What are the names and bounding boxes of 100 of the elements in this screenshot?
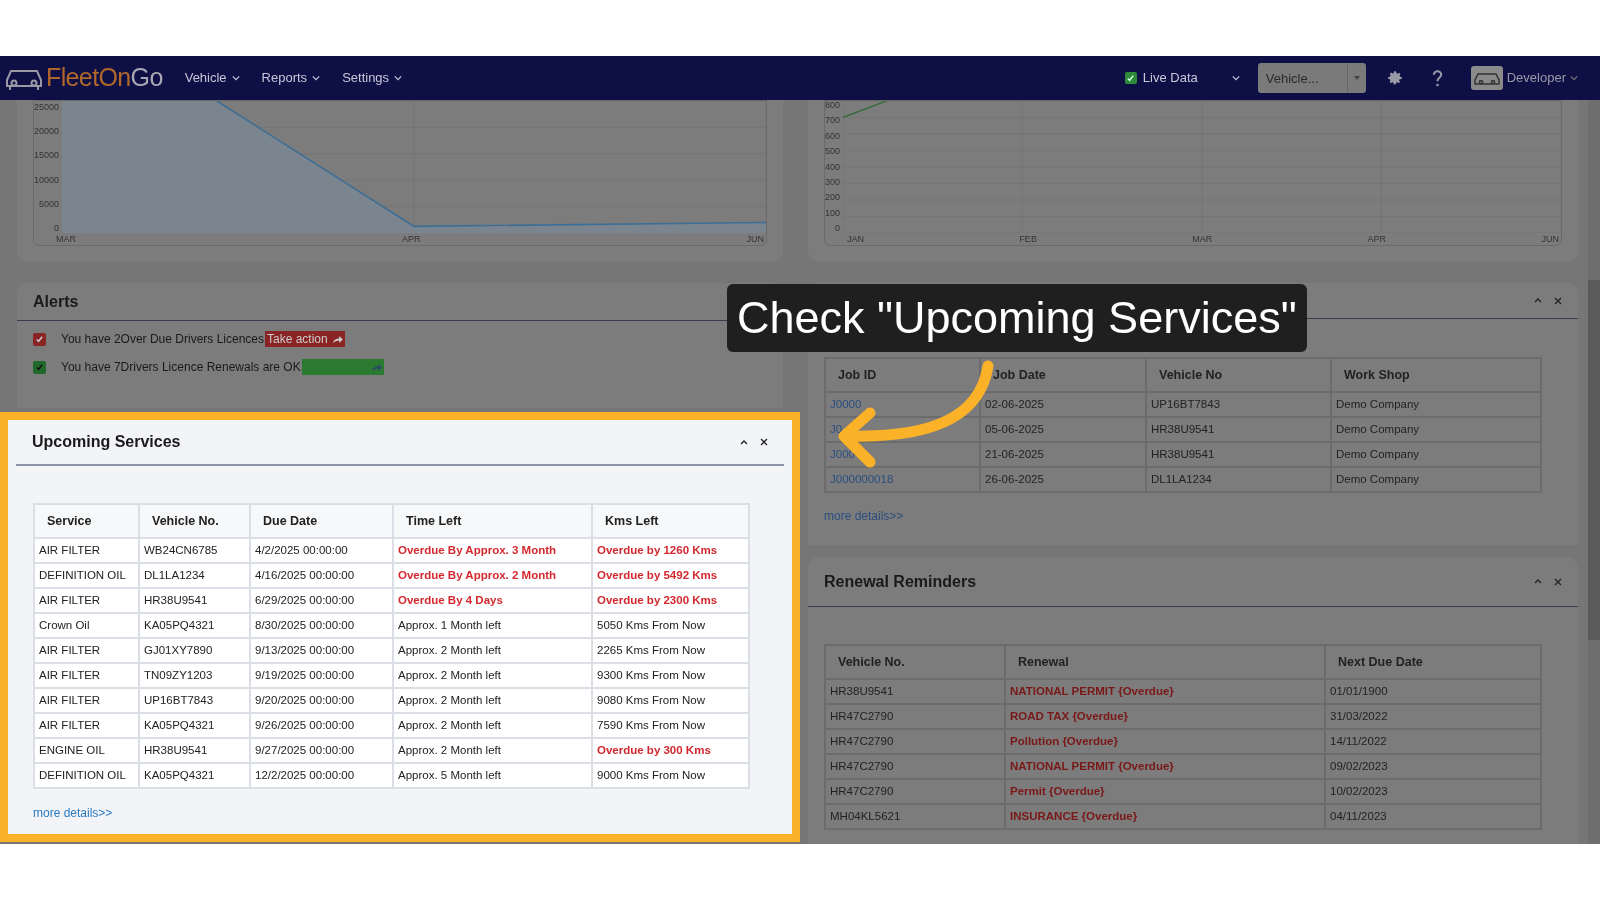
table-cell: 02-06-2025: [980, 392, 1146, 417]
table-cell: TN09ZY1203: [139, 663, 250, 688]
vehicle-select[interactable]: Vehicle...: [1257, 63, 1348, 93]
axis-label: MAR: [1192, 233, 1213, 245]
table-cell: 04/11/2023: [1325, 804, 1541, 829]
share-arrow-icon: [370, 362, 382, 372]
app-logo[interactable]: FleetOnGo: [46, 59, 163, 97]
table-cell: 9080 Kms From Now: [592, 688, 749, 713]
user-menu[interactable]: Developer: [1470, 66, 1578, 90]
table-cell: 5050 Kms From Now: [592, 613, 749, 638]
axis-label: 5000: [38, 199, 60, 209]
table-cell: 31/03/2022: [1325, 704, 1541, 729]
collapse-icon[interactable]: [740, 439, 748, 445]
table-cell: Approx. 2 Month left: [393, 663, 592, 688]
share-arrow-icon: [331, 334, 343, 344]
column-header[interactable]: Work Shop: [1331, 358, 1541, 392]
axis-label: MAR: [56, 233, 76, 245]
table-cell: 9000 Kms From Now: [592, 763, 749, 788]
table-cell: DEFINITION OIL: [34, 763, 139, 788]
column-header[interactable]: Job ID: [825, 358, 980, 392]
more-details-link[interactable]: more details>>: [33, 804, 113, 822]
column-header[interactable]: Renewal: [1005, 645, 1325, 679]
table-cell: Overdue By 4 Days: [393, 588, 592, 613]
help-icon[interactable]: [1431, 69, 1443, 87]
table-cell: 2265 Kms From Now: [592, 638, 749, 663]
table-cell: KA05PQ4321: [139, 713, 250, 738]
chevron-down-icon: [394, 75, 403, 81]
table-cell: Overdue By Approx. 3 Month: [393, 538, 592, 563]
nav-menu-item[interactable]: Vehicle: [184, 68, 240, 88]
axis-label: 15000: [34, 151, 60, 161]
table-cell: 26-06-2025: [980, 467, 1146, 492]
panel-title: Renewal Reminders: [824, 571, 977, 592]
table-cell: Crown Oil: [34, 613, 139, 638]
table-cell: 12/2/2025 00:00:00: [250, 763, 393, 788]
car-avatar-icon: [1470, 66, 1503, 90]
settings-icon[interactable]: [1385, 69, 1404, 87]
column-header[interactable]: Due Date: [250, 504, 393, 538]
nav-menu-item[interactable]: Settings: [342, 68, 403, 88]
table-cell: AIR FILTER: [34, 588, 139, 613]
table-cell: NATIONAL PERMIT {Overdue}: [1005, 679, 1325, 704]
table-cell: 05-06-2025: [980, 417, 1146, 442]
axis-label: 400: [825, 162, 841, 172]
table-cell: 9/13/2025 00:00:00: [250, 638, 393, 663]
alert-message: You have 2Over Due Drivers Licences: [61, 331, 264, 348]
table-cell: 9/19/2025 00:00:00: [250, 663, 393, 688]
column-header[interactable]: Job Date: [980, 358, 1146, 392]
table-cell: 21-06-2025: [980, 442, 1146, 467]
table-cell: HR47C2790: [825, 754, 1005, 779]
axis-label: APR: [1367, 233, 1387, 245]
table-cell: AIR FILTER: [34, 688, 139, 713]
table-cell: AIR FILTER: [34, 538, 139, 563]
axis-label: JAN: [847, 233, 864, 245]
live-data-toggle[interactable]: Live Data: [1124, 68, 1198, 88]
nav-menu-item[interactable]: Reports: [261, 68, 321, 88]
table-cell: Demo Company: [1331, 442, 1541, 467]
table-cell: KA05PQ4321: [139, 613, 250, 638]
table-cell: Overdue by 5492 Kms: [592, 563, 749, 588]
axis-label: 100: [825, 208, 841, 218]
column-header[interactable]: Vehicle No.: [825, 645, 1005, 679]
axis-label: 0: [53, 223, 60, 233]
table-cell: 14/11/2022: [1325, 729, 1541, 754]
close-icon[interactable]: [760, 438, 768, 446]
axis-label: 25000: [34, 103, 60, 112]
chevron-down-icon: [231, 75, 240, 81]
chevron-down-icon[interactable]: [1231, 75, 1240, 81]
column-header[interactable]: Time Left: [393, 504, 592, 538]
column-header[interactable]: Vehicle No: [1146, 358, 1331, 392]
alert-message: You have 7Drivers Licence Renewals are OK: [61, 359, 301, 376]
table-cell: ENGINE OIL: [34, 738, 139, 763]
panel-title: Alerts: [33, 291, 79, 312]
table-cell: Approx. 5 Month left: [393, 763, 592, 788]
table-cell: Demo Company: [1331, 467, 1541, 492]
table-cell: 10/02/2023: [1325, 779, 1541, 804]
column-header[interactable]: Next Due Date: [1325, 645, 1541, 679]
table-cell: Approx. 2 Month left: [393, 638, 592, 663]
table-cell: 7590 Kms From Now: [592, 713, 749, 738]
table-cell: HR38U9541: [1146, 442, 1331, 467]
table-cell: Overdue By Approx. 2 Month: [393, 563, 592, 588]
column-header[interactable]: Vehicle No.: [139, 504, 250, 538]
axis-label: JUN: [1541, 233, 1559, 245]
table-cell: Approx. 2 Month left: [393, 713, 592, 738]
axis-label: FEB: [1019, 233, 1037, 245]
table-cell: Overdue by 1260 Kms: [592, 538, 749, 563]
table-cell: 9300 Kms From Now: [592, 663, 749, 688]
action-button[interactable]: Take action: [265, 331, 345, 347]
table-cell: 4/16/2025 00:00:00: [250, 563, 393, 588]
table-cell: AIR FILTER: [34, 713, 139, 738]
table-cell: UP16BT7843: [1146, 392, 1331, 417]
scrollbar-thumb[interactable]: [1588, 280, 1600, 640]
axis-label: 700: [825, 116, 841, 126]
panel-title: Upcoming Services: [32, 432, 181, 452]
column-header[interactable]: Kms Left: [592, 504, 749, 538]
chevron-down-icon: [312, 75, 321, 81]
table-cell: GJ01XY7890: [139, 638, 250, 663]
dropdown-arrow-icon: [1353, 76, 1360, 80]
table-cell: DL1LA1234: [139, 563, 250, 588]
column-header[interactable]: Service: [34, 504, 139, 538]
checkbox[interactable]: [1124, 72, 1137, 84]
table-cell: Permit {Overdue}: [1005, 779, 1325, 804]
table-cell: HR47C2790: [825, 704, 1005, 729]
